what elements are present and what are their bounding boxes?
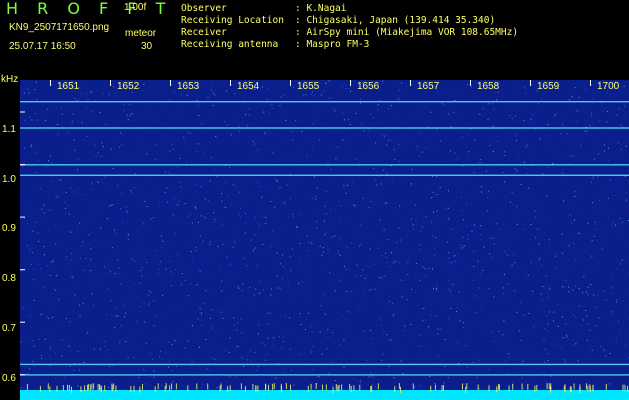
carrier-line	[20, 164, 629, 166]
x-tick	[590, 80, 591, 86]
mode-label: meteor	[125, 28, 157, 39]
y-tick	[20, 111, 25, 113]
x-tick-label: 1653	[177, 81, 200, 92]
y-tick-label: 1.1	[2, 124, 16, 135]
x-tick	[410, 80, 411, 86]
info-value-antenna: : Maspro FM-3	[295, 39, 370, 50]
timestamp: 25.07.17 16:50	[9, 41, 76, 52]
info-label-receiver: Receiver	[181, 27, 227, 38]
carrier-line	[20, 127, 629, 129]
waterfall-spectrogram	[20, 80, 629, 400]
x-tick	[170, 80, 171, 86]
info-label-location: Receiving Location	[181, 15, 284, 26]
file-name: KN9_2507171650.png	[9, 22, 110, 33]
carrier-line	[20, 101, 629, 103]
y-tick-label: 0.9	[2, 223, 16, 234]
x-tick-label: 1652	[117, 81, 140, 92]
x-tick	[350, 80, 351, 86]
x-tick	[530, 80, 531, 86]
version-label: 1.00f	[124, 2, 147, 13]
x-tick	[110, 80, 111, 86]
info-value-receiver: : AirSpy mini (Miakejima VOR 108.65MHz)	[295, 27, 519, 38]
y-tick	[20, 216, 25, 218]
x-tick	[470, 80, 471, 86]
carrier-line	[20, 174, 629, 176]
info-value-location: : Chigasaki, Japan (139.414 35.340)	[295, 15, 496, 26]
x-tick-label: 1654	[237, 81, 260, 92]
x-tick	[50, 80, 51, 86]
x-tick-label: 1658	[477, 81, 500, 92]
x-tick	[290, 80, 291, 86]
carrier-line	[20, 374, 629, 376]
x-tick	[230, 80, 231, 86]
y-tick-label: 0.6	[2, 373, 16, 384]
app-name: H R O F F T	[6, 0, 173, 18]
y-tick	[20, 321, 25, 323]
info-value-observer: : K.Nagai	[295, 3, 347, 14]
y-tick-label: 1.0	[2, 174, 16, 185]
count-value: 30	[141, 41, 153, 52]
x-tick-label: 1657	[417, 81, 440, 92]
y-tick	[20, 374, 25, 376]
carrier-line	[20, 363, 629, 366]
x-tick-label: 1700	[597, 81, 620, 92]
info-label-observer: Observer	[181, 3, 227, 14]
info-label-antenna: Receiving antenna	[181, 39, 279, 50]
noise-floor-band	[20, 390, 629, 400]
y-tick-label: 0.8	[2, 273, 16, 284]
y-axis-unit-label: kHz	[1, 74, 19, 85]
y-tick-label: 0.7	[2, 323, 16, 334]
x-tick-label: 1656	[357, 81, 380, 92]
y-tick	[20, 164, 25, 166]
x-tick-label: 1655	[297, 81, 320, 92]
x-tick-label: 1659	[537, 81, 560, 92]
x-tick-label: 1651	[57, 81, 80, 92]
y-tick	[20, 269, 25, 271]
